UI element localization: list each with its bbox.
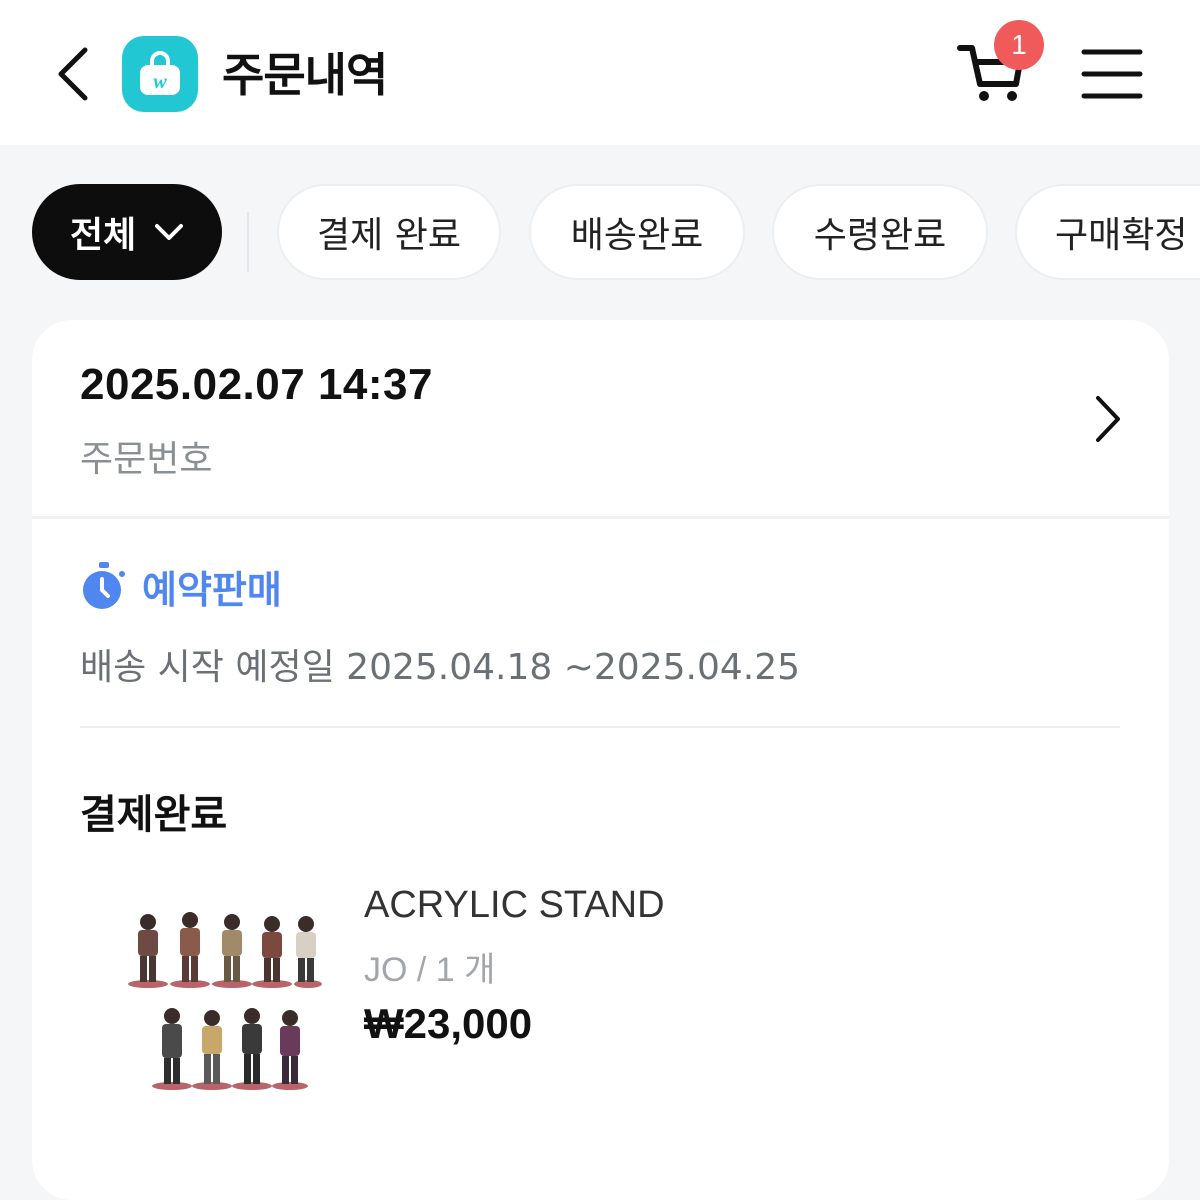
filter-chip-payment-complete[interactable]: 결제 완료 [277,184,501,280]
ship-schedule: 배송 시작 예정일 2025.04.18 ~2025.04.25 [80,647,801,688]
order-number-label: 주문번호 [80,439,213,480]
menu-button[interactable] [1080,44,1144,104]
stopwatch-icon [83,562,125,609]
app-header: w 주문내역 1 [0,0,1200,145]
product-name[interactable]: ACRYLIC STAND [364,884,665,927]
product-thumbnail[interactable] [102,880,322,1100]
order-date[interactable]: 2025.02.07 14:37 [80,360,433,410]
back-button[interactable] [40,36,104,112]
cart-count-badge: 1 [994,20,1044,70]
chevron-left-icon [58,47,88,101]
filter-chip-delivered[interactable]: 배송완료 [529,184,745,280]
filter-all-dropdown[interactable]: 전체 [32,184,222,280]
filter-chip-received[interactable]: 수령완료 [772,184,988,280]
card-divider [32,516,1169,519]
product-option: JO / 1 개 [364,951,496,989]
preorder-label: 예약판매 [142,567,282,612]
product-price: ₩23,000 [364,1000,533,1047]
page-title: 주문내역 [222,48,388,102]
acrylic-stand-image [128,912,322,1090]
chevron-down-icon [155,224,184,240]
order-card: 2025.02.07 14:37 주문번호 예약판매 배송 시작 예정일 202… [32,320,1169,1200]
shopping-bag-icon: w [122,36,198,112]
order-detail-button[interactable] [1084,392,1130,446]
section-divider [80,726,1120,728]
filter-divider [247,212,249,272]
chevron-right-icon [1096,396,1120,442]
filter-chip-row: 전체 결제 완료 배송완료 수령완료 구매확정 [0,184,1200,284]
hamburger-menu-icon [1081,49,1143,99]
logo-letter: w [153,71,167,93]
preorder-row: 예약판매 [80,558,282,614]
order-status: 결제완료 [80,792,228,838]
filter-chip-purchase-confirmed[interactable]: 구매확정 [1015,184,1200,280]
filter-all-label: 전체 [70,215,137,256]
